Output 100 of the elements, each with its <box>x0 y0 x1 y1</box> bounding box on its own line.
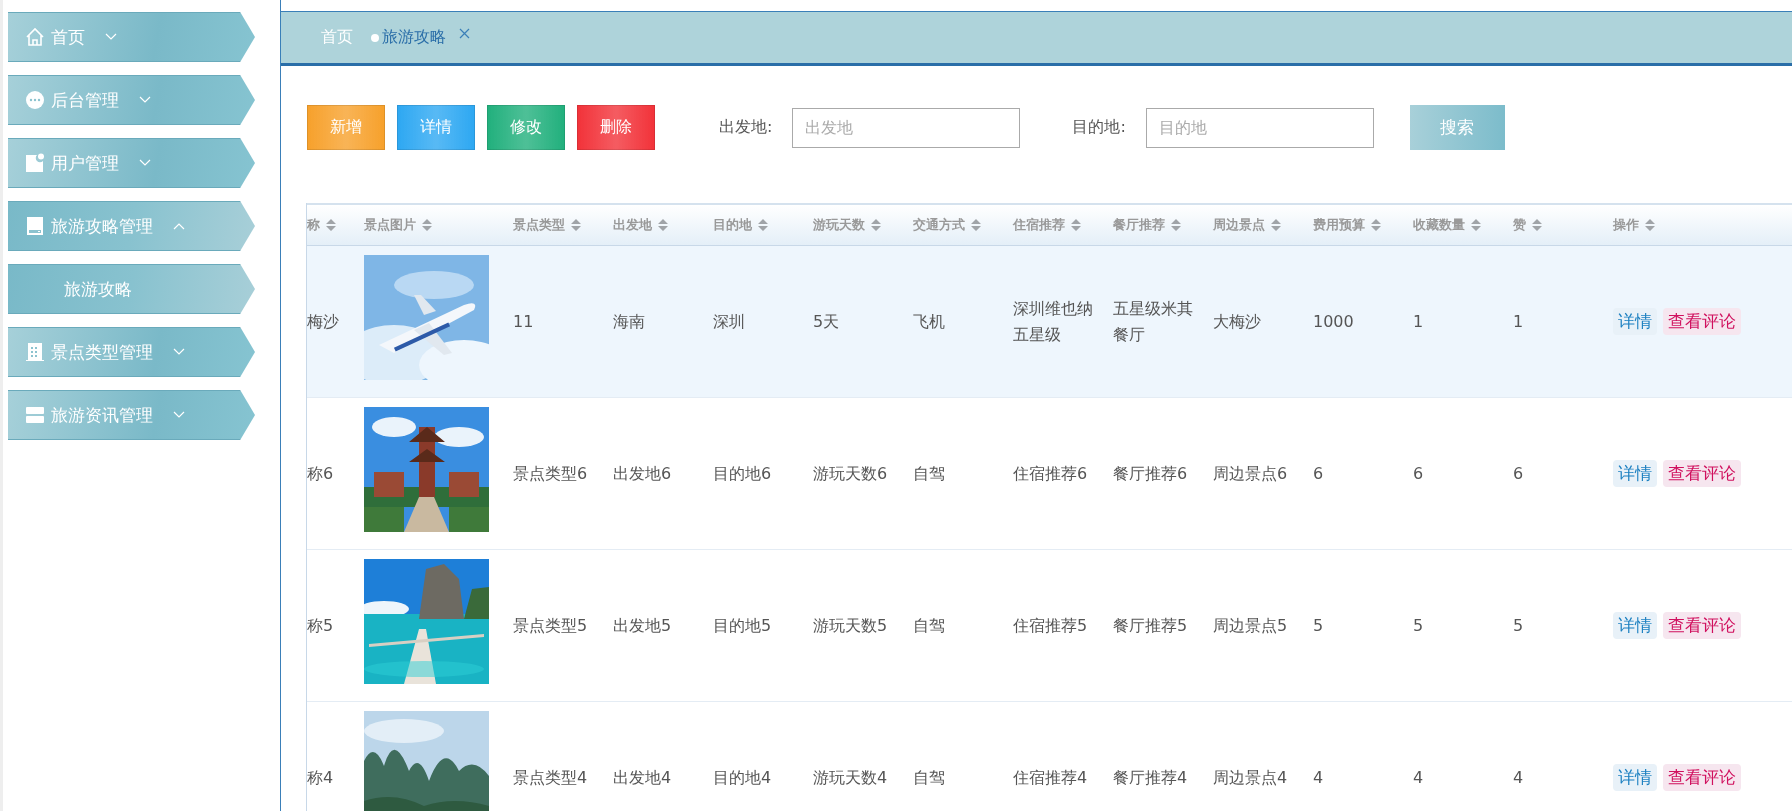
chevron-icon <box>105 33 117 41</box>
action-link[interactable]: 详情 <box>1613 612 1657 639</box>
table-cell: 出发地5 <box>613 615 672 635</box>
column-header: 出发地 <box>613 216 652 234</box>
table-row[interactable]: 称5 景点类型5 出发地5 目的地5 游玩天数5 自驾 住宿推荐5 餐厅推荐5 周边景点5 5 5 5 详情 查看评论 <box>307 550 1792 702</box>
table-cell: 1 <box>1413 311 1424 331</box>
table-cell: 4 <box>1313 767 1324 787</box>
table-cell: 4 <box>1513 767 1524 787</box>
document-icon <box>25 153 45 173</box>
table-cell: 景点类型5 <box>513 615 588 635</box>
table-cell: 餐厅推荐4 <box>1113 767 1188 787</box>
sidebar-item[interactable]: 用户管理 <box>8 138 255 188</box>
table-cell: 游玩天数5 <box>813 615 888 635</box>
table-cell: 周边景点5 <box>1213 615 1288 635</box>
stack-icon <box>25 405 45 425</box>
action-link[interactable]: 查看评论 <box>1663 612 1741 639</box>
table-row[interactable]: 称4 景点类型4 出发地4 目的地4 游玩天数4 自驾 住宿推荐4 餐厅推荐4 周边景点4 4 4 4 详情 查看评论 <box>307 702 1792 811</box>
toolbar-button[interactable]: 修改 <box>487 105 565 150</box>
table-cell: 游玩天数4 <box>813 767 888 787</box>
sidebar-subitem[interactable]: 旅游攻略 <box>8 264 255 314</box>
sort-icon[interactable] <box>758 218 768 232</box>
sidebar-item[interactable]: 首页 <box>8 12 255 62</box>
sort-icon[interactable] <box>1532 218 1542 232</box>
table-cell: 周边景点4 <box>1213 767 1288 787</box>
sort-icon[interactable] <box>422 218 432 232</box>
sort-icon[interactable] <box>971 218 981 232</box>
column-header: 住宿推荐 <box>1013 216 1065 234</box>
sidebar-item[interactable]: 旅游资讯管理 <box>8 390 255 440</box>
table-cell: 5天 <box>813 311 840 331</box>
chevron-icon <box>173 411 185 419</box>
sidebar-item[interactable]: 旅游攻略管理 <box>8 201 255 251</box>
table-cell: 目的地6 <box>713 463 772 483</box>
action-link[interactable]: 详情 <box>1613 764 1657 791</box>
column-header: 费用预算 <box>1313 216 1365 234</box>
column-header: 收藏数量 <box>1413 216 1465 234</box>
table-cell: 称5 <box>307 615 334 635</box>
table-cell: 五星级米其餐厅 <box>1113 298 1193 344</box>
sort-icon[interactable] <box>658 218 668 232</box>
table-cell: 出发地6 <box>613 463 672 483</box>
home-icon <box>25 27 45 47</box>
chevron-icon <box>173 348 185 356</box>
sort-icon[interactable] <box>1071 218 1081 232</box>
table-cell: 6 <box>1513 463 1524 483</box>
table-cell: 自驾 <box>913 767 945 787</box>
sort-icon[interactable] <box>326 218 336 232</box>
table-cell: 深圳 <box>713 311 745 331</box>
action-link[interactable]: 查看评论 <box>1663 308 1741 335</box>
search-button[interactable]: 搜索 <box>1409 105 1505 150</box>
table-cell: 游玩天数6 <box>813 463 888 483</box>
column-header: 赞 <box>1513 216 1526 234</box>
input-field[interactable]: 出发地 <box>792 107 1021 148</box>
action-link[interactable]: 查看评论 <box>1663 460 1741 487</box>
table-cell: 餐厅推荐5 <box>1113 615 1188 635</box>
sidebar-item[interactable]: 景点类型管理 <box>8 327 255 377</box>
table-cell: 深圳维也纳五星级 <box>1013 298 1093 344</box>
table-cell: 住宿推荐4 <box>1013 767 1088 787</box>
filter-label: 出发地: <box>719 117 773 138</box>
sort-icon[interactable] <box>1271 218 1281 232</box>
column-header: 目的地 <box>713 216 752 234</box>
toolbar-button[interactable]: 删除 <box>577 105 655 150</box>
close-icon[interactable] <box>459 28 470 39</box>
column-header: 游玩天数 <box>813 216 865 234</box>
table-cell: 飞机 <box>913 311 945 331</box>
table-cell: 住宿推荐5 <box>1013 615 1088 635</box>
sort-icon[interactable] <box>1171 218 1181 232</box>
table-cell: 周边景点6 <box>1213 463 1288 483</box>
more-icon <box>25 90 45 110</box>
sidebar-item[interactable]: 后台管理 <box>8 75 255 125</box>
action-link[interactable]: 详情 <box>1613 460 1657 487</box>
table-cell: 出发地4 <box>613 767 672 787</box>
table-cell: 称4 <box>307 767 334 787</box>
sort-icon[interactable] <box>871 218 881 232</box>
active-dot-icon <box>371 33 379 42</box>
chevron-icon <box>173 222 185 230</box>
table-cell: 景点类型4 <box>513 767 588 787</box>
table-cell: 住宿推荐6 <box>1013 463 1088 483</box>
table-cell: 1000 <box>1313 311 1354 331</box>
column-header: 周边景点 <box>1213 216 1265 234</box>
table-cell: 称6 <box>307 463 334 483</box>
chevron-icon <box>139 96 151 104</box>
sort-icon[interactable] <box>571 218 581 232</box>
table-cell: 梅沙 <box>307 311 339 331</box>
tab[interactable]: 旅游攻略 <box>367 27 474 48</box>
sort-icon[interactable] <box>1645 218 1655 232</box>
toolbar-button[interactable]: 详情 <box>397 105 475 150</box>
table-cell: 4 <box>1413 767 1424 787</box>
table-row[interactable]: 称6 景点类型6 出发地6 目的地6 游玩天数6 自驾 住宿推荐6 餐厅推荐6 周边景点6 6 6 6 详情 查看评论 <box>307 398 1792 550</box>
table-cell: 餐厅推荐6 <box>1113 463 1188 483</box>
sort-icon[interactable] <box>1371 218 1381 232</box>
table-cell: 6 <box>1313 463 1324 483</box>
toolbar-button[interactable]: 新增 <box>307 105 385 150</box>
action-link[interactable]: 详情 <box>1613 308 1657 335</box>
table-cell: 5 <box>1513 615 1524 635</box>
action-link[interactable]: 查看评论 <box>1663 764 1741 791</box>
column-header: 称 <box>307 216 320 234</box>
sort-icon[interactable] <box>1471 218 1481 232</box>
input-field[interactable]: 目的地 <box>1145 107 1374 148</box>
table-cell: 海南 <box>613 311 645 331</box>
column-header: 操作 <box>1613 216 1639 234</box>
table-row[interactable]: 梅沙 11 海南 深圳 5天 飞机 深圳维也纳五星级 五星级米其餐厅 大梅沙 1000 1 1 详情 查看评论 <box>307 246 1792 398</box>
